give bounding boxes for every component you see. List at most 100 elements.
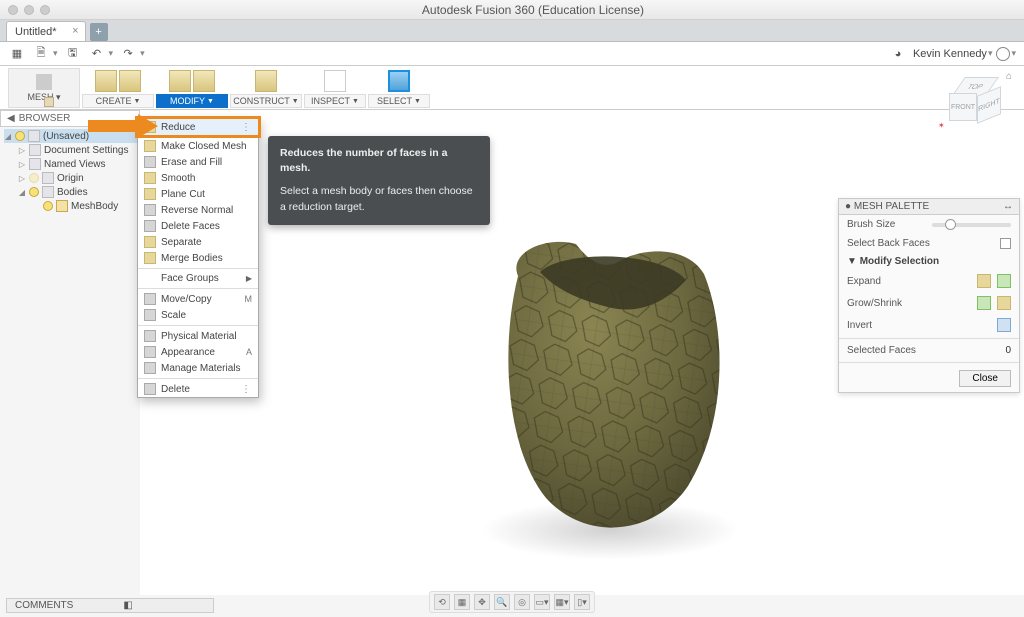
gear-icon	[29, 144, 41, 156]
view-cube-front[interactable]: FRONT	[949, 93, 977, 121]
mac-titlebar: Autodesk Fusion 360 (Education License)	[0, 0, 1024, 20]
grow-button[interactable]	[977, 296, 991, 310]
back-faces-checkbox[interactable]	[1000, 238, 1011, 249]
job-status-icon[interactable]: ◕	[889, 45, 907, 63]
expand-minus-button[interactable]	[997, 274, 1011, 288]
tree-root[interactable]: ◢(Unsaved)	[4, 129, 140, 143]
palette-header[interactable]: ● MESH PALETTE ↔	[839, 199, 1019, 215]
viewport-navbar: ⟲ ▦ ✥ 🔍 ◎ ▭▾ ▦▾ ▯▾	[429, 591, 595, 613]
construct-group[interactable]: CONSTRUCT▼	[230, 68, 302, 108]
reverse-normal-icon	[144, 204, 156, 216]
quick-access-bar: ▦ 🗎▾ 🖫 ↶▾ ↷▾ ◕ Kevin Kennedy▾ ▾	[0, 42, 1024, 66]
scale-icon	[144, 309, 156, 321]
menu-delete-faces[interactable]: Delete Faces	[138, 218, 258, 234]
tree-named-views[interactable]: ▷Named Views	[4, 157, 140, 171]
plane-cut-icon	[144, 188, 156, 200]
profile-icon	[996, 47, 1010, 61]
user-menu[interactable]: Kevin Kennedy▾ ▾	[913, 47, 1016, 61]
menu-scale[interactable]: Scale	[138, 307, 258, 323]
appearance-icon	[144, 346, 156, 358]
new-tab-button[interactable]: +	[90, 23, 108, 41]
traffic-lights[interactable]	[8, 5, 50, 15]
visibility-bulb-icon[interactable]	[29, 173, 39, 183]
menu-make-closed-mesh[interactable]: Make Closed Mesh	[138, 138, 258, 154]
insert-mesh-icon	[119, 70, 141, 92]
construct-icon	[255, 70, 277, 92]
close-tab-icon[interactable]: ×	[72, 25, 78, 37]
menu-plane-cut[interactable]: Plane Cut	[138, 186, 258, 202]
mesh-body[interactable]	[490, 230, 730, 540]
inspect-group[interactable]: INSPECT▼	[304, 68, 366, 108]
browser-tree: ◢(Unsaved) ▷Document Settings ▷Named Vie…	[0, 127, 140, 213]
menu-reduce[interactable]: Reduce⋮	[138, 119, 258, 135]
toolbar-ribbon: MESH ▾ CREATE▼ MODIFY▼ CONSTRUCT▼ INSPEC…	[0, 66, 1024, 110]
select-group[interactable]: SELECT▼	[368, 68, 430, 108]
display-settings-button[interactable]: ▭▾	[534, 594, 550, 610]
brush-size-slider[interactable]	[932, 223, 1011, 227]
manage-materials-icon	[144, 362, 156, 374]
viewport-layout-button[interactable]: ▯▾	[574, 594, 590, 610]
orbit-button[interactable]: ⟲	[434, 594, 450, 610]
create-group[interactable]: CREATE▼	[82, 68, 154, 108]
home-icon[interactable]: ⌂	[1006, 71, 1012, 82]
zoom-button[interactable]: 🔍	[494, 594, 510, 610]
menu-physical-material[interactable]: Physical Material	[138, 328, 258, 344]
shrink-button[interactable]	[997, 296, 1011, 310]
redo-button[interactable]: ↷	[119, 45, 137, 63]
tree-doc-settings[interactable]: ▷Document Settings	[4, 143, 140, 157]
command-tooltip: Reduces the number of faces in a mesh. S…	[268, 136, 490, 225]
comments-toggle-icon[interactable]: ◧	[123, 600, 132, 611]
grow-shrink-row: Grow/Shrink	[839, 292, 1019, 314]
inspect-icon	[324, 70, 346, 92]
palette-close-button[interactable]: Close	[959, 370, 1011, 387]
tree-origin[interactable]: ▷Origin	[4, 171, 140, 185]
select-back-faces-row: Select Back Faces	[839, 234, 1019, 253]
fit-button[interactable]: ◎	[514, 594, 530, 610]
menu-delete[interactable]: Delete⋮	[138, 381, 258, 397]
delete-faces-icon	[144, 220, 156, 232]
mesh-icon	[56, 200, 68, 212]
menu-smooth[interactable]: Smooth	[138, 170, 258, 186]
visibility-bulb-icon[interactable]	[15, 131, 25, 141]
kebab-icon[interactable]: ⋮	[241, 384, 252, 395]
select-icon	[388, 70, 410, 92]
visibility-bulb-icon[interactable]	[43, 201, 53, 211]
menu-separate[interactable]: Separate	[138, 234, 258, 250]
view-cube[interactable]: ⌂ TOP FRONT RIGHT ✶	[942, 75, 998, 131]
comments-bar[interactable]: COMMENTS ◧	[6, 598, 214, 613]
menu-appearance[interactable]: AppearanceA	[138, 344, 258, 360]
axes-icon: ✶	[938, 121, 945, 130]
create-icon	[95, 70, 117, 92]
browser-header[interactable]: ◀BROWSER	[0, 110, 140, 127]
menu-manage-materials[interactable]: Manage Materials	[138, 360, 258, 376]
look-at-button[interactable]: ▦	[454, 594, 470, 610]
closed-mesh-icon	[144, 140, 156, 152]
menu-face-groups[interactable]: Face Groups▶	[138, 271, 258, 286]
kebab-icon[interactable]: ⋮	[241, 122, 252, 133]
modify-selection-section[interactable]: ▼ Modify Selection	[839, 253, 1019, 270]
menu-erase-fill[interactable]: Erase and Fill	[138, 154, 258, 170]
expand-plus-button[interactable]	[977, 274, 991, 288]
modify-dropdown-menu: Reduce⋮ Make Closed Mesh Erase and Fill …	[137, 118, 259, 398]
grid-settings-button[interactable]: ▦▾	[554, 594, 570, 610]
file-menu-button[interactable]: 🗎	[32, 45, 50, 63]
data-panel-button[interactable]: ▦	[8, 45, 26, 63]
invert-button[interactable]	[997, 318, 1011, 332]
origin-icon	[42, 172, 54, 184]
menu-reverse-normal[interactable]: Reverse Normal	[138, 202, 258, 218]
document-tab[interactable]: Untitled* ×	[6, 21, 86, 41]
views-icon	[29, 158, 41, 170]
delete-icon	[144, 383, 156, 395]
window-title: Autodesk Fusion 360 (Education License)	[50, 3, 1016, 17]
visibility-bulb-icon[interactable]	[29, 187, 39, 197]
undo-button[interactable]: ↶	[88, 45, 106, 63]
tree-bodies[interactable]: ◢Bodies	[4, 185, 140, 199]
modify-group[interactable]: MODIFY▼	[156, 68, 228, 108]
menu-merge-bodies[interactable]: Merge Bodies	[138, 250, 258, 266]
pan-button[interactable]: ✥	[474, 594, 490, 610]
reduce-icon	[144, 121, 156, 133]
menu-move-copy[interactable]: Move/CopyM	[138, 291, 258, 307]
save-button[interactable]: 🖫	[64, 45, 82, 63]
tree-meshbody[interactable]: MeshBody	[4, 199, 140, 213]
expand-icon[interactable]: ↔	[1003, 201, 1013, 212]
